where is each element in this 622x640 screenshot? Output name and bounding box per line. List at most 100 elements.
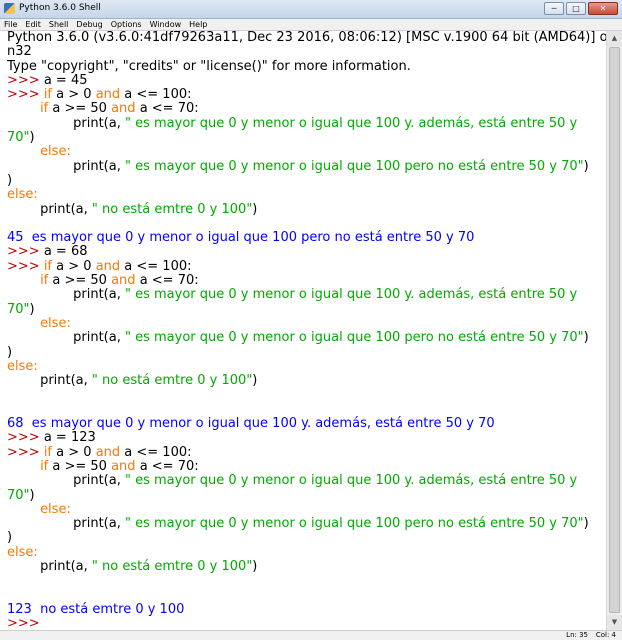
prompt: >>> (7, 258, 44, 274)
shell-text-area[interactable]: Python 3.6.0 (v3.6.0:41df79263a11, Dec 2… (0, 31, 606, 630)
code-text: a <= 70: (135, 101, 199, 117)
code-text: a <= 100: (120, 444, 192, 460)
code-text: ) (7, 530, 13, 546)
keyword: else: (7, 358, 38, 374)
menu-help[interactable]: Help (185, 19, 211, 30)
string-literal: " es mayor que 0 y menor o igual que 100… (124, 287, 578, 303)
code-text: a <= 100: (120, 87, 192, 103)
keyword: else: (7, 187, 38, 203)
keyword: and (111, 273, 136, 289)
status-line: Ln: 35 (566, 631, 588, 639)
code-text: print(a, (40, 373, 92, 389)
output-line: 68 es mayor que 0 y menor o igual que 10… (7, 416, 495, 432)
menu-edit[interactable]: Edit (21, 19, 45, 30)
output-line: 45 es mayor que 0 y menor o igual que 10… (7, 230, 475, 246)
menu-bar: File Edit Shell Debug Options Window Hel… (0, 19, 622, 31)
close-button[interactable]: ✕ (588, 2, 618, 15)
code-text: ) (29, 487, 35, 503)
code-text: print(a, (73, 158, 125, 174)
keyword: and (95, 444, 121, 460)
code-text: ) (29, 301, 35, 317)
menu-options[interactable]: Options (107, 19, 146, 30)
scroll-thumb[interactable] (609, 47, 620, 613)
code-text: print(a, (73, 473, 125, 489)
string-literal: " es mayor que 0 y menor o igual que 100… (124, 516, 584, 532)
code-text: a <= 70: (135, 273, 199, 289)
code-text: ) (252, 201, 258, 217)
maximize-button[interactable]: □ (566, 2, 586, 15)
code-text: a > 0 (52, 258, 96, 274)
scroll-down-arrow-icon[interactable]: ▼ (607, 615, 622, 630)
code-text: a > 0 (52, 444, 96, 460)
keyword: if (43, 87, 53, 103)
code-text: print(a, (40, 201, 92, 217)
string-literal: " es mayor que 0 y menor o igual que 100… (124, 158, 584, 174)
menu-shell[interactable]: Shell (45, 19, 73, 30)
code-text: ) (7, 172, 13, 188)
prompt: >>> (7, 616, 44, 630)
code-text: 68 (70, 244, 88, 260)
keyword: if (43, 444, 53, 460)
code-text: print(a, (73, 516, 125, 532)
string-literal: " no está emtre 0 y 100" (91, 373, 253, 389)
keyword: and (95, 87, 121, 103)
status-column: Col: 4 (595, 631, 616, 639)
code-text: print(a, (73, 115, 125, 131)
code-text: ) (7, 344, 13, 360)
shell-content: Python 3.6.0 (v3.6.0:41df79263a11, Dec 2… (7, 31, 606, 630)
string-literal: 70" (7, 487, 30, 503)
code-text: ) (583, 330, 589, 346)
window-title: Python 3.6.0 Shell (19, 3, 101, 13)
python-icon (4, 3, 15, 14)
minimize-button[interactable]: ─ (544, 2, 564, 15)
keyword: else: (40, 501, 71, 517)
code-text: print(a, (73, 287, 125, 303)
keyword: and (111, 101, 136, 117)
banner-line: Type "copyright", "credits" or "license(… (7, 58, 411, 74)
output-line: 123 no está emtre 0 y 100 (7, 601, 185, 617)
keyword: else: (7, 544, 38, 560)
scroll-up-arrow-icon[interactable]: ▲ (607, 31, 622, 46)
code-text: a = (43, 244, 71, 260)
code-text: ) (583, 516, 589, 532)
banner-line: n32 (7, 44, 32, 60)
code-text: a = (43, 72, 71, 88)
string-literal: " no está emtre 0 y 100" (91, 558, 253, 574)
menu-file[interactable]: File (0, 19, 21, 30)
menu-debug[interactable]: Debug (72, 19, 106, 30)
banner-line: Python 3.6.0 (v3.6.0:41df79263a11, Dec 2… (7, 31, 606, 45)
code-text: a <= 100: (120, 258, 192, 274)
title-bar: Python 3.6.0 Shell ─ □ ✕ (0, 0, 622, 19)
keyword: and (111, 458, 136, 474)
keyword: and (95, 258, 121, 274)
code-text: a >= 50 (48, 458, 112, 474)
code-text: a <= 70: (135, 458, 199, 474)
string-literal: " es mayor que 0 y menor o igual que 100… (124, 115, 578, 131)
vertical-scrollbar[interactable]: ▲ ▼ (606, 31, 622, 630)
window-controls: ─ □ ✕ (544, 2, 618, 15)
code-text: ) (252, 558, 258, 574)
code-text: a >= 50 (48, 101, 112, 117)
code-text: print(a, (40, 558, 92, 574)
string-literal: " es mayor que 0 y menor o igual que 100… (124, 330, 584, 346)
string-literal: " es mayor que 0 y menor o igual que 100… (124, 473, 578, 489)
menu-window[interactable]: Window (146, 19, 186, 30)
string-literal: 70" (7, 130, 30, 146)
code-text: ) (29, 130, 35, 146)
code-text: a >= 50 (48, 273, 112, 289)
keyword: else: (40, 315, 71, 331)
string-literal: " no está emtre 0 y 100" (91, 201, 253, 217)
prompt: >>> (7, 430, 44, 446)
code-text: a = (43, 430, 71, 446)
code-text: 45 (70, 72, 88, 88)
code-text: 123 (70, 430, 96, 446)
string-literal: 70" (7, 301, 30, 317)
code-text: ) (252, 373, 258, 389)
code-text: a > 0 (52, 87, 96, 103)
keyword: if (43, 258, 53, 274)
prompt: >>> (7, 444, 44, 460)
prompt: >>> (7, 87, 44, 103)
keyword: else: (40, 144, 71, 160)
code-text: print(a, (73, 330, 125, 346)
status-bar: Ln: 35 Col: 4 (0, 630, 622, 640)
